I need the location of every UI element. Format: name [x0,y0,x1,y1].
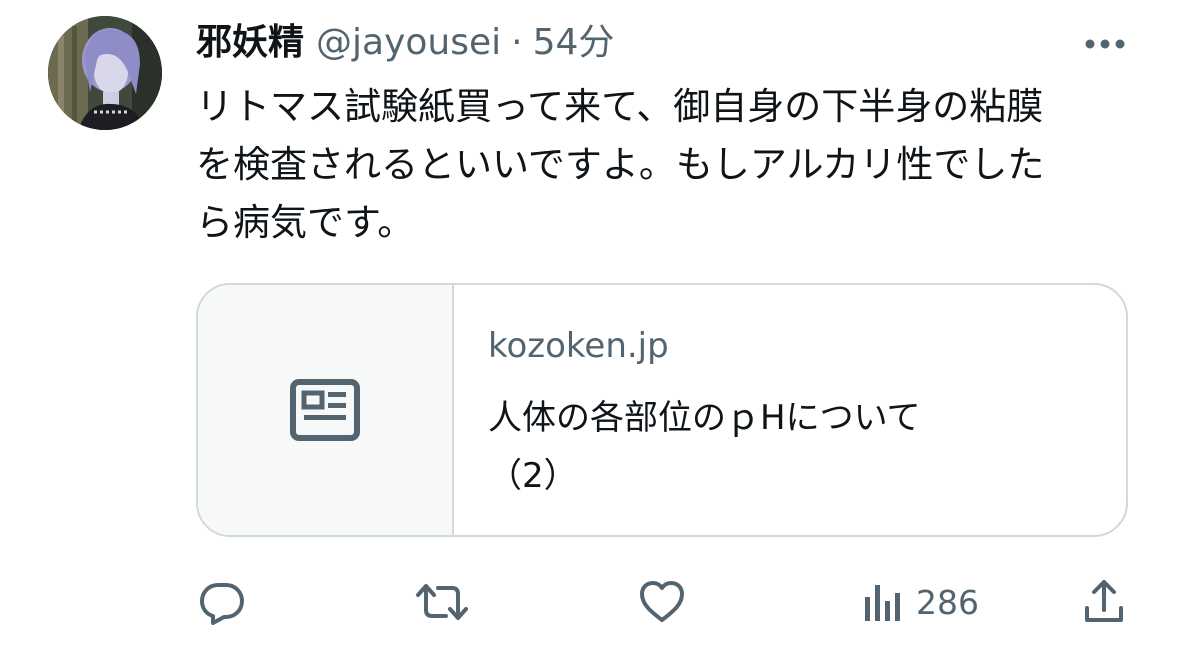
card-title: 人体の各部位のｐHについて （2） [488,398,921,496]
user-handle[interactable]: @jayousei [316,18,501,68]
share-icon [1085,580,1123,622]
more-icon [1085,39,1125,49]
share-button[interactable] [1082,576,1126,628]
retweet-button[interactable] [414,576,470,628]
avatar[interactable] [48,16,162,130]
card-domain: kozoken.jp [488,326,669,366]
tweet-text: リトマス試験紙買って来て、御自身の下半身の粘膜 を検査されるといいですよ。もしア… [196,85,1045,244]
card-body: kozoken.jp 人体の各部位のｐHについて （2） [488,321,1088,505]
article-icon [290,379,360,441]
like-icon [640,581,684,622]
reply-icon [200,583,244,625]
tweet-actions: 286 [196,576,1140,628]
views-count: 286 [916,582,979,622]
views-icon [865,585,900,621]
timestamp[interactable]: 54分 [533,18,615,68]
separator-dot: · [511,22,523,63]
card-media [198,285,454,535]
display-name[interactable]: 邪妖精 [196,18,304,68]
views-button[interactable]: 286 [862,576,979,628]
more-options-button[interactable] [1080,24,1130,64]
reply-button[interactable] [198,576,246,628]
link-card[interactable]: kozoken.jp 人体の各部位のｐHについて （2） [196,283,1128,537]
like-button[interactable] [638,576,686,628]
tweet[interactable]: 邪妖精 @jayousei · 54分 リトマス試験紙買って来て、御自身の下半身… [0,0,1179,649]
tweet-header: 邪妖精 @jayousei · 54分 [196,18,614,68]
retweet-icon [416,584,468,620]
